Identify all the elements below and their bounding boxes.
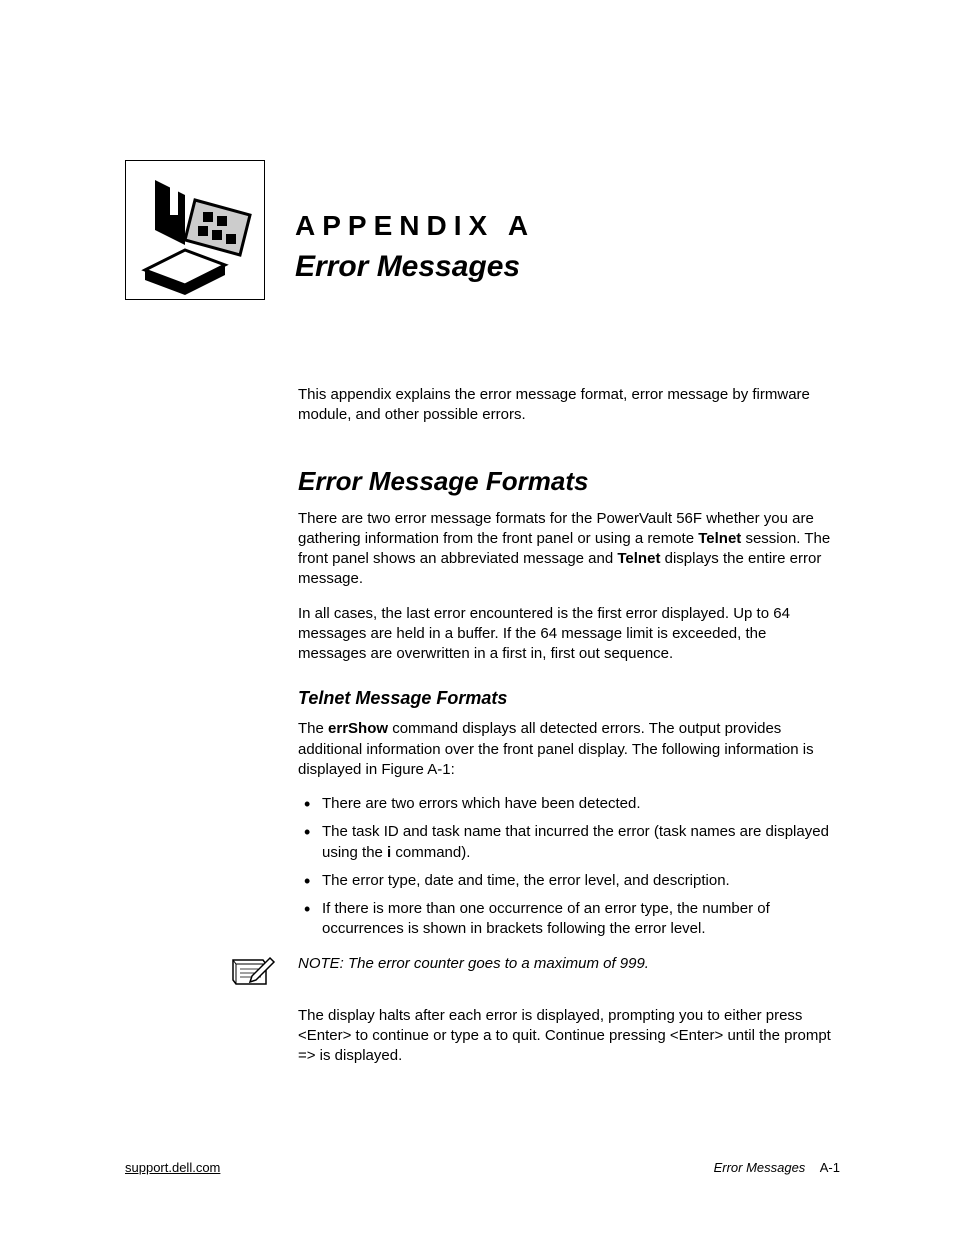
text-bold: Telnet	[617, 550, 660, 567]
paragraph: The errShow command displays all detecte…	[298, 719, 838, 780]
appendix-title: Error Messages	[295, 250, 535, 284]
paragraph: The display halts after each error is di…	[298, 1006, 838, 1067]
list-item: If there is more than one occurrence of …	[298, 899, 838, 940]
text-bold: errShow	[328, 720, 388, 737]
section-heading-formats: Error Message Formats	[298, 466, 838, 497]
intro-paragraph: This appendix explains the error message…	[298, 385, 838, 426]
list-item: The task ID and task name that incurred …	[298, 822, 838, 863]
note-text: NOTE: The error counter goes to a maximu…	[298, 954, 649, 974]
text-bold: Telnet	[698, 530, 741, 547]
section-heading-telnet: Telnet Message Formats	[298, 688, 838, 709]
paragraph: There are two error message formats for …	[298, 509, 838, 590]
appendix-label: APPENDIX A	[295, 210, 535, 242]
footer-page-number: A-1	[820, 1160, 840, 1175]
list-item: There are two errors which have been det…	[298, 794, 838, 814]
footer-page-info: Error Messages A-1	[714, 1160, 840, 1175]
book-device-icon	[125, 160, 265, 300]
list-item: The error type, date and time, the error…	[298, 871, 838, 891]
footer-url: support.dell.com	[125, 1160, 220, 1175]
content-area: This appendix explains the error message…	[298, 385, 838, 1080]
text: command).	[391, 844, 470, 861]
text: The	[298, 720, 328, 737]
note-row: NOTE: The error counter goes to a maximu…	[228, 954, 838, 992]
header-text: APPENDIX A Error Messages	[295, 160, 535, 284]
note-pencil-icon	[228, 952, 278, 992]
paragraph: In all cases, the last error encountered…	[298, 604, 838, 665]
bullet-list: There are two errors which have been det…	[298, 794, 838, 940]
header-block: APPENDIX A Error Messages	[125, 160, 535, 300]
footer-section-name: Error Messages	[714, 1160, 806, 1175]
page-footer: support.dell.com Error Messages A-1	[125, 1160, 840, 1175]
